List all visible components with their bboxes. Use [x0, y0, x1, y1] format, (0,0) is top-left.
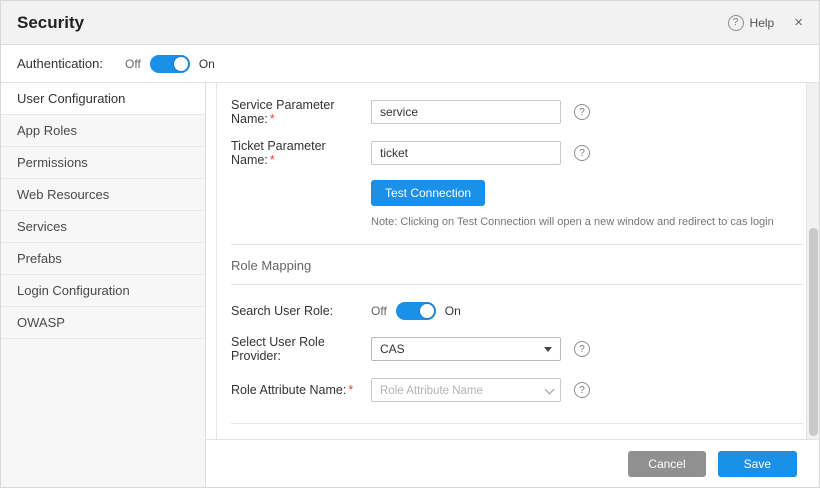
sidebar-item-permissions[interactable]: Permissions: [1, 147, 205, 179]
authentication-bar: Authentication: Off On: [1, 45, 819, 83]
content-panel: Service Parameter Name:* ? Ticket Parame…: [216, 83, 803, 439]
footer-bar: Cancel Save: [206, 439, 819, 487]
cas-parameters-section: Service Parameter Name:* ? Ticket Parame…: [231, 83, 803, 245]
help-button[interactable]: ? Help: [728, 15, 775, 31]
search-user-role-toggle-group: Off On: [371, 302, 461, 320]
dialog-header: Security ? Help ×: [1, 1, 819, 45]
role-attribute-help-icon[interactable]: ?: [574, 382, 590, 398]
sidebar-item-web-resources[interactable]: Web Resources: [1, 179, 205, 211]
role-provider-value: CAS: [380, 342, 405, 356]
vertical-scrollbar[interactable]: [806, 83, 819, 439]
scrollbar-thumb[interactable]: [809, 228, 818, 436]
sidebar: User Configuration App Roles Permissions…: [1, 83, 206, 487]
test-connection-note: Note: Clicking on Test Connection will o…: [371, 216, 803, 240]
authentication-on-label: On: [199, 57, 215, 71]
role-attribute-row: Role Attribute Name:* ?: [231, 378, 803, 402]
search-user-role-off-label: Off: [371, 304, 387, 318]
caret-down-icon: [544, 347, 552, 352]
help-label: Help: [750, 16, 775, 30]
role-attribute-combobox[interactable]: [371, 378, 561, 402]
content-area: Service Parameter Name:* ? Ticket Parame…: [206, 83, 819, 487]
ticket-parameter-row: Ticket Parameter Name:* ?: [231, 139, 803, 167]
close-icon[interactable]: ×: [794, 15, 803, 30]
sidebar-item-app-roles[interactable]: App Roles: [1, 115, 205, 147]
role-attribute-input[interactable]: [371, 378, 561, 402]
toggle-knob: [174, 57, 188, 71]
required-asterisk: *: [348, 383, 353, 397]
role-attribute-label: Role Attribute Name:*: [231, 383, 371, 397]
required-asterisk: *: [270, 112, 275, 126]
test-connection-row: Test Connection: [371, 180, 803, 206]
search-user-role-toggle[interactable]: [396, 302, 436, 320]
required-asterisk: *: [270, 153, 275, 167]
search-user-role-label: Search User Role:: [231, 304, 371, 318]
role-provider-select[interactable]: CAS: [371, 337, 561, 361]
sidebar-item-login-configuration[interactable]: Login Configuration: [1, 275, 205, 307]
sidebar-item-services[interactable]: Services: [1, 211, 205, 243]
sidebar-item-prefabs[interactable]: Prefabs: [1, 243, 205, 275]
help-icon: ?: [728, 15, 744, 31]
service-parameter-row: Service Parameter Name:* ?: [231, 98, 803, 126]
main-area: User Configuration App Roles Permissions…: [1, 83, 819, 487]
sidebar-item-owasp[interactable]: OWASP: [1, 307, 205, 339]
toggle-knob: [420, 304, 434, 318]
service-parameter-input[interactable]: [371, 100, 561, 124]
service-parameter-label: Service Parameter Name:*: [231, 98, 371, 126]
cancel-button[interactable]: Cancel: [628, 451, 705, 477]
role-provider-row: Select User Role Provider: CAS ?: [231, 335, 803, 363]
role-provider-label: Select User Role Provider:: [231, 335, 371, 363]
ticket-parameter-input[interactable]: [371, 141, 561, 165]
search-user-role-on-label: On: [445, 304, 461, 318]
page-title: Security: [17, 13, 84, 33]
test-connection-button[interactable]: Test Connection: [371, 180, 485, 206]
security-dialog: Security ? Help × Authentication: Off On…: [0, 0, 820, 488]
search-user-role-row: Search User Role: Off On: [231, 302, 803, 320]
authentication-label: Authentication:: [17, 56, 103, 71]
role-provider-help-icon[interactable]: ?: [574, 341, 590, 357]
authentication-toggle[interactable]: [150, 55, 190, 73]
ticket-parameter-label: Ticket Parameter Name:*: [231, 139, 371, 167]
sidebar-item-user-configuration[interactable]: User Configuration: [1, 83, 205, 115]
authentication-off-label: Off: [125, 57, 141, 71]
save-button[interactable]: Save: [718, 451, 797, 477]
role-mapping-section: Search User Role: Off On Select User Rol…: [231, 285, 803, 424]
ticket-help-icon[interactable]: ?: [574, 145, 590, 161]
service-help-icon[interactable]: ?: [574, 104, 590, 120]
role-mapping-title: Role Mapping: [231, 245, 803, 285]
